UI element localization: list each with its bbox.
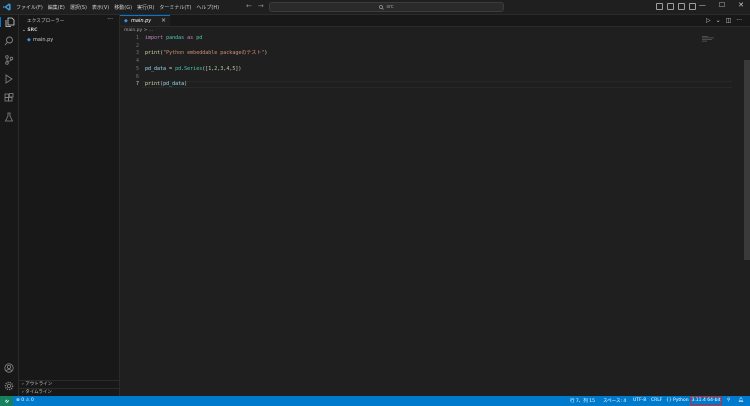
code-line: 4 xyxy=(120,58,740,65)
flask-icon[interactable] xyxy=(4,112,14,122)
search-text: src xyxy=(386,4,394,10)
source-control-icon[interactable] xyxy=(4,55,14,65)
editor-actions: ▷ ⌄ ◫ ··· xyxy=(701,17,742,24)
maximize-icon[interactable]: ☐ xyxy=(719,1,725,9)
extensions-icon[interactable] xyxy=(4,93,14,103)
minimap[interactable] xyxy=(702,36,716,42)
menu-edit[interactable]: 編集(E) xyxy=(48,4,65,11)
forward-arrow-icon[interactable]: → xyxy=(258,2,264,10)
code-line-current: 7 print(pd_data) xyxy=(120,81,740,88)
notifications-bell-icon[interactable]: 🔔︎ xyxy=(738,398,744,403)
chevron-right-icon: › xyxy=(22,382,24,387)
tab-label: main.py xyxy=(131,18,152,24)
encoding[interactable]: UTF-8 xyxy=(633,398,646,403)
toggle-sidebar-icon[interactable] xyxy=(656,3,663,10)
breadcrumb[interactable]: main.py > ... xyxy=(124,28,153,33)
problems-indicator[interactable]: ⊗ 0 ⚠ 0 xyxy=(16,398,34,403)
outline-section[interactable]: › アウトライン xyxy=(22,381,52,387)
split-editor-icon[interactable]: ◫ xyxy=(726,17,732,24)
menu-file[interactable]: ファイル(F) xyxy=(16,4,43,11)
chevron-down-icon[interactable]: ⌄ xyxy=(716,17,721,24)
folder-name: SRC xyxy=(27,28,38,33)
chevron-right-icon: › xyxy=(22,390,24,395)
remote-indicator[interactable] xyxy=(0,396,13,406)
toggle-panel-icon[interactable] xyxy=(667,3,674,10)
folder-header[interactable]: ⌄ SRC xyxy=(22,28,37,33)
menu-run[interactable]: 実行(R) xyxy=(137,4,154,11)
editor-tab-bar: ◆ main.py × ▷ ⌄ ◫ ··· xyxy=(120,15,750,27)
remote-icon xyxy=(4,399,9,404)
chevron-down-icon: ⌄ xyxy=(22,28,26,33)
feedback-icon[interactable]: ⚲ xyxy=(727,398,730,403)
file-name: main.py xyxy=(33,37,54,43)
code-editor[interactable]: 1 import pandas as pd 2 3 print("Python … xyxy=(120,35,750,396)
search-icon xyxy=(379,4,385,10)
code-line: 6 xyxy=(120,74,740,81)
search-icon[interactable] xyxy=(4,36,14,46)
cursor-position[interactable]: 行 7、列 15 xyxy=(570,398,595,404)
timeline-label: タイムライン xyxy=(25,390,52,395)
code-text: print(pd_data) xyxy=(145,81,188,88)
back-arrow-icon[interactable]: ← xyxy=(246,2,252,10)
vertical-scrollbar-thumb[interactable] xyxy=(744,60,750,260)
line-number: 5 xyxy=(135,65,139,72)
run-debug-icon[interactable] xyxy=(4,74,14,84)
command-center-search[interactable]: src xyxy=(269,2,504,12)
braces-icon[interactable]: {} xyxy=(666,398,672,403)
more-actions-icon[interactable]: ··· xyxy=(736,17,742,24)
close-tab-icon[interactable]: × xyxy=(161,17,166,24)
tab-main-py[interactable]: ◆ main.py × xyxy=(120,15,170,26)
toggle-secondary-sidebar-icon[interactable] xyxy=(678,3,685,10)
explorer-sidebar: エクスプローラー ··· ⌄ SRC ◆ main.py › アウトライン › … xyxy=(19,15,120,396)
more-actions-icon[interactable]: ··· xyxy=(107,16,113,23)
menu-help[interactable]: ヘルプ(H) xyxy=(196,4,219,11)
status-bar: ⊗ 0 ⚠ 0 行 7、列 15 スペース: 4 UTF-8 CRLF {} P… xyxy=(0,396,750,406)
vscode-logo-icon xyxy=(3,3,11,11)
menu-selection[interactable]: 選択(S) xyxy=(70,4,87,11)
indentation[interactable]: スペース: 4 xyxy=(603,398,626,404)
menu-go[interactable]: 移動(G) xyxy=(114,4,132,11)
close-icon[interactable]: ✕ xyxy=(738,1,744,9)
file-item-main-py[interactable]: ◆ main.py xyxy=(19,36,119,44)
code-text: print("Python embeddable packageのテスト") xyxy=(145,50,268,57)
code-text: import pandas as pd xyxy=(145,35,203,41)
line-number: 1 xyxy=(135,35,139,41)
explorer-title: エクスプローラー xyxy=(27,19,65,24)
line-number: 4 xyxy=(135,58,139,65)
language-mode[interactable]: Python xyxy=(673,398,689,403)
code-line: 3 print("Python embeddable packageのテスト") xyxy=(120,50,740,57)
run-python-file-icon[interactable]: ▷ xyxy=(706,17,711,24)
code-line: 5 pd_data = pd.Series([1,2,3,4,5]) xyxy=(120,66,740,73)
line-number: 7 xyxy=(135,81,139,88)
account-icon[interactable] xyxy=(4,363,14,373)
activity-bar xyxy=(0,15,19,396)
python-file-icon: ◆ xyxy=(124,18,128,24)
menu-bar: ファイル(F) 編集(E) 選択(S) 表示(V) 移動(G) 実行(R) ター… xyxy=(16,0,224,14)
files-icon[interactable] xyxy=(0,17,15,27)
line-number: 6 xyxy=(135,73,139,80)
timeline-section[interactable]: › タイムライン xyxy=(22,389,52,395)
gear-icon[interactable] xyxy=(4,381,14,391)
line-number: 3 xyxy=(135,50,139,57)
minimize-icon[interactable]: — xyxy=(699,1,706,9)
outline-label: アウトライン xyxy=(25,382,53,387)
end-of-line[interactable]: CRLF xyxy=(651,398,662,403)
nav-arrows: ← → xyxy=(246,2,270,10)
code-line: 1 import pandas as pd xyxy=(120,35,740,42)
code-text: pd_data = pd.Series([1,2,3,4,5]) xyxy=(145,65,242,72)
line-number: 2 xyxy=(135,42,139,49)
title-bar: ファイル(F) 編集(E) 選択(S) 表示(V) 移動(G) 実行(R) ター… xyxy=(0,0,750,15)
code-line: 2 xyxy=(120,43,740,50)
window-controls: — ☐ ✕ xyxy=(686,1,744,9)
python-file-icon: ◆ xyxy=(27,37,31,43)
menu-view[interactable]: 表示(V) xyxy=(92,4,109,11)
menu-terminal[interactable]: ターミナル(T) xyxy=(159,4,191,11)
python-interpreter-selector[interactable]: 3.11.4 64-bit xyxy=(690,397,722,405)
